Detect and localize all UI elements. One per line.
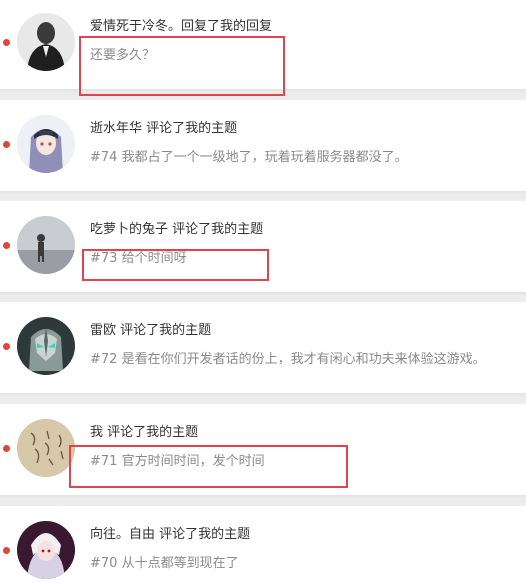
notification-content[interactable]: 还要多久？ xyxy=(90,44,155,63)
notification-item[interactable]: 爱情死于冷冬。回复了我的回复 还要多久？ xyxy=(0,0,526,93)
notification-content[interactable]: #72 是看在你们开发者话的份上，我才有闲心和功夫来体验这游戏。 xyxy=(90,348,486,367)
unread-dot xyxy=(3,39,10,46)
notification-title: 逝水年华 评论了我的主题 xyxy=(90,117,237,136)
user-name[interactable]: 向往。自由 xyxy=(90,527,155,542)
notification-item[interactable]: 吃萝卜的兔子 评论了我的主题 #73 给个时间呀 xyxy=(0,201,526,296)
user-name[interactable]: 我 xyxy=(90,425,103,440)
unread-dot xyxy=(3,343,10,350)
action-text: 回复了我的回复 xyxy=(181,19,273,34)
avatar-silhouette-landscape-icon xyxy=(17,216,75,274)
separator: 。 xyxy=(168,19,182,34)
notification-item[interactable]: 我 评论了我的主题 #71 官方时间时间，发个时间 xyxy=(0,404,526,499)
avatar-armored-helmet-icon xyxy=(17,317,75,375)
user-name[interactable]: 吃萝卜的兔子 xyxy=(90,222,168,237)
unread-dot xyxy=(3,141,10,148)
notification-content[interactable]: #73 给个时间呀 xyxy=(90,247,187,266)
avatar[interactable] xyxy=(17,521,75,579)
notification-title: 向往。自由 评论了我的主题 xyxy=(90,523,250,542)
notification-item[interactable]: 向往。自由 评论了我的主题 #70 从十点都等到现在了 xyxy=(0,506,526,584)
avatar-suit-man-photo-icon xyxy=(17,13,75,71)
avatar[interactable] xyxy=(17,115,75,173)
notification-content[interactable]: #74 我都占了一个一级地了，玩着玩着服务器都没了。 xyxy=(90,146,408,165)
avatar-handwritten-paper-icon xyxy=(17,419,75,477)
user-name[interactable]: 逝水年华 xyxy=(90,121,142,136)
notification-title: 我 评论了我的主题 xyxy=(90,421,198,440)
action-text: 评论了我的主题 xyxy=(146,121,238,136)
unread-dot xyxy=(3,242,10,249)
unread-dot xyxy=(3,445,10,452)
notification-content[interactable]: #70 从十点都等到现在了 xyxy=(90,552,239,571)
notification-feed: 爱情死于冷冬。回复了我的回复 还要多久？ 逝水年华 评论了我的主题 #74 我都… xyxy=(0,0,526,584)
notification-item[interactable]: 逝水年华 评论了我的主题 #74 我都占了一个一级地了，玩着玩着服务器都没了。 xyxy=(0,100,526,195)
user-name[interactable]: 雷欧 xyxy=(90,323,116,338)
notification-title: 雷欧 评论了我的主题 xyxy=(90,319,211,338)
unread-dot xyxy=(3,547,10,554)
avatar[interactable] xyxy=(17,216,75,274)
user-name[interactable]: 爱情死于冷冬 xyxy=(90,19,168,34)
action-text: 评论了我的主题 xyxy=(172,222,264,237)
notification-content[interactable]: #71 官方时间时间，发个时间 xyxy=(90,450,265,469)
action-text: 评论了我的主题 xyxy=(107,425,199,440)
avatar-white-hair-anime-icon xyxy=(17,521,75,579)
action-text: 评论了我的主题 xyxy=(120,323,212,338)
avatar[interactable] xyxy=(17,317,75,375)
avatar[interactable] xyxy=(17,419,75,477)
notification-title: 吃萝卜的兔子 评论了我的主题 xyxy=(90,218,263,237)
action-text: 评论了我的主题 xyxy=(159,527,251,542)
notification-title: 爱情死于冷冬。回复了我的回复 xyxy=(90,15,272,34)
avatar[interactable] xyxy=(17,13,75,71)
avatar-anime-girl-icon xyxy=(17,115,75,173)
notification-item[interactable]: 雷欧 评论了我的主题 #72 是看在你们开发者话的份上，我才有闲心和功夫来体验这… xyxy=(0,302,526,397)
